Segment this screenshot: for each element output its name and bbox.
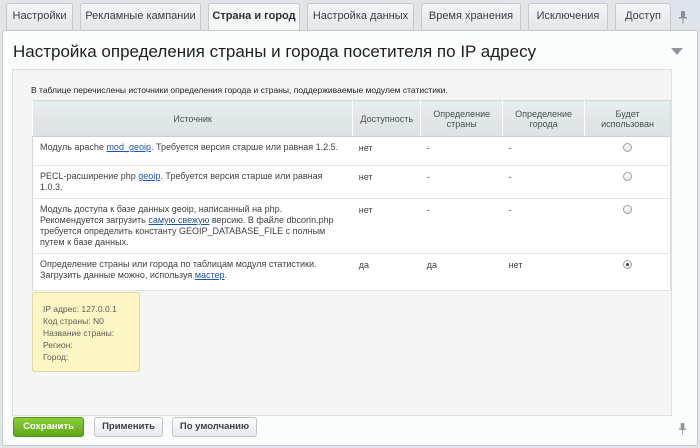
- page-title: Настройка определения страны и города по…: [13, 42, 537, 61]
- table-description: В таблице перечислены источники определе…: [31, 85, 448, 95]
- source-radio-selected[interactable]: [622, 260, 632, 269]
- city-cell: -: [502, 136, 585, 166]
- ip-info-box: IP адрес: 127.0.0.1 Код страны: N0 Назва…: [32, 292, 140, 372]
- tab-retention[interactable]: Время хранения: [421, 3, 521, 30]
- source-radio[interactable]: [622, 143, 632, 152]
- ip-address: IP адрес: 127.0.0.1: [43, 304, 117, 314]
- source-cell: Модуль apache mod_geoip. Требуется верси…: [32, 136, 353, 166]
- tab-data-settings[interactable]: Настройка данных: [307, 3, 414, 30]
- city-cell: нет: [502, 253, 585, 291]
- city-cell: -: [502, 165, 585, 199]
- content-area: В таблице перечислены источники определе…: [12, 69, 672, 416]
- region: Регион:: [43, 340, 73, 350]
- tab-bar: Настройки Рекламные кампании Страна и го…: [6, 3, 696, 31]
- table-row: Определение страны или города по таблица…: [32, 253, 671, 291]
- use-cell: [584, 253, 671, 291]
- city: Город:: [43, 352, 69, 362]
- collapse-arrow-icon[interactable]: [671, 48, 683, 55]
- latest-version-link[interactable]: самую свежую: [148, 215, 209, 225]
- main-panel: Настройка определения страны и города по…: [2, 30, 698, 446]
- tab-access[interactable]: Доступ: [615, 3, 671, 30]
- tab-ad-campaigns[interactable]: Рекламные кампании: [80, 3, 201, 30]
- availability-cell: нет: [352, 136, 421, 166]
- table-header-row: Источник Доступность Определение страны О…: [31, 100, 671, 137]
- pin-icon[interactable]: [678, 11, 688, 24]
- source-cell: Модуль доступа к базе данных geoip, напи…: [32, 198, 353, 254]
- source-radio[interactable]: [622, 205, 632, 214]
- header-city-detect: Определение города: [502, 100, 585, 137]
- use-cell: [584, 198, 671, 254]
- source-cell: PECL-расширение php geoip. Требуется вер…: [32, 165, 353, 199]
- save-button[interactable]: Сохранить: [13, 417, 84, 437]
- country-cell: -: [420, 136, 503, 166]
- mod-geoip-link[interactable]: mod_geoip: [106, 142, 151, 152]
- use-cell: [584, 165, 671, 199]
- country-cell: -: [420, 198, 503, 254]
- header-country-detect: Определение страны: [420, 100, 503, 137]
- use-cell: [584, 136, 671, 166]
- sources-table: Источник Доступность Определение страны О…: [31, 100, 671, 291]
- source-cell: Определение страны или города по таблица…: [32, 253, 353, 291]
- country-cell: -: [420, 165, 503, 199]
- tab-settings[interactable]: Настройки: [6, 3, 73, 30]
- wizard-link[interactable]: мастер: [195, 270, 225, 280]
- city-cell: -: [502, 198, 585, 254]
- header-availability: Доступность: [352, 100, 421, 137]
- table-row: Модуль apache mod_geoip. Требуется верси…: [32, 136, 671, 166]
- availability-cell: нет: [352, 198, 421, 254]
- availability-cell: да: [352, 253, 421, 291]
- apply-button[interactable]: Применить: [94, 417, 163, 437]
- header-source: Источник: [31, 100, 353, 137]
- header-will-be-used: Будет использован: [584, 100, 671, 137]
- tab-country-city[interactable]: Страна и город: [208, 3, 300, 31]
- source-radio[interactable]: [622, 172, 632, 181]
- tab-exclusions[interactable]: Исключения: [528, 3, 608, 30]
- pin-icon[interactable]: [678, 423, 687, 435]
- default-button[interactable]: По умолчанию: [172, 417, 257, 437]
- country-name: Название страны:: [43, 328, 115, 338]
- country-code: Код страны: N0: [43, 316, 104, 326]
- country-cell: да: [420, 253, 503, 291]
- availability-cell: нет: [352, 165, 421, 199]
- table-row: PECL-расширение php geoip. Требуется вер…: [32, 165, 671, 199]
- table-row: Модуль доступа к базе данных geoip, напи…: [32, 198, 671, 254]
- geoip-link[interactable]: geoip: [138, 171, 160, 181]
